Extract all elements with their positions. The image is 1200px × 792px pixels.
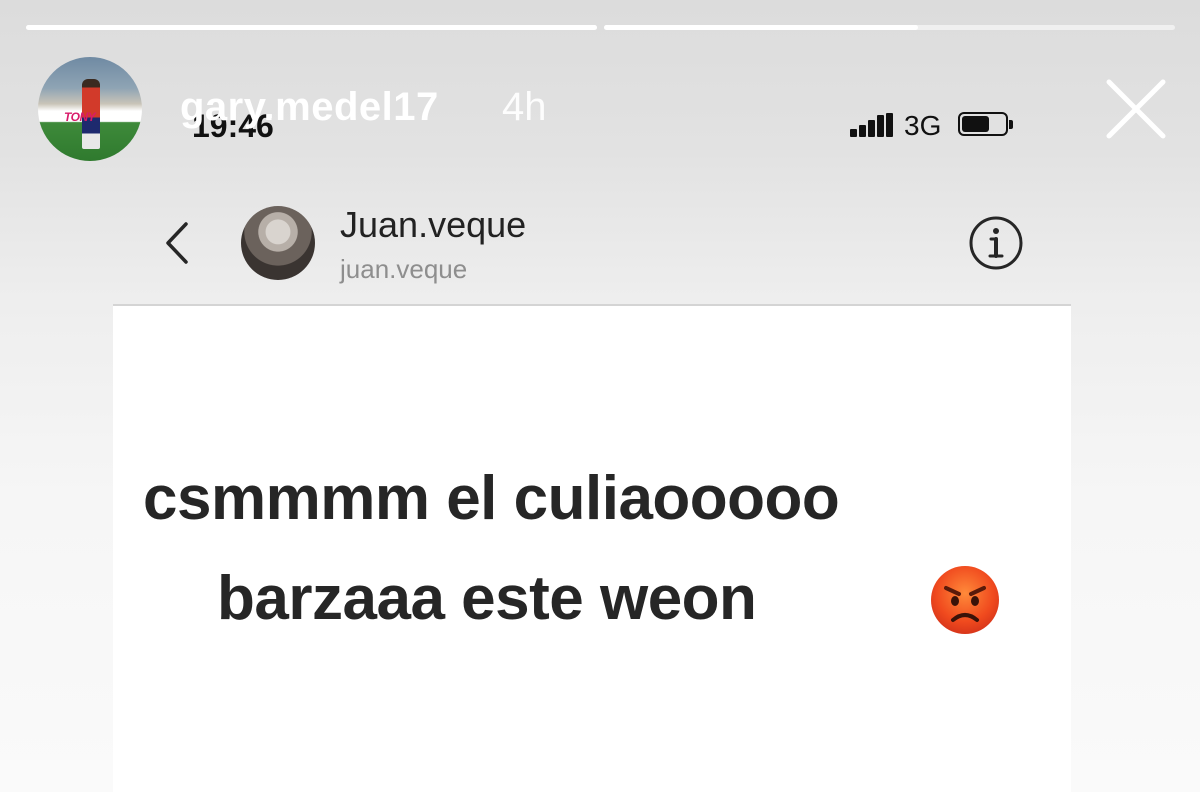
story-progress-2 [604,25,1175,30]
story-author-avatar[interactable]: TONY [38,57,142,161]
message-line-1: csmmmm el culiaooooo [143,464,840,533]
close-icon[interactable] [1105,78,1167,140]
story-progress-1-fill [26,25,597,30]
story-username[interactable]: gary.medel17 [180,85,439,130]
story-age: 4h [502,85,547,129]
battery-level [962,116,989,132]
network-type: 3G [904,110,942,141]
contact-avatar[interactable] [241,206,315,280]
info-icon[interactable] [968,215,1024,271]
story-progress-2-fill [604,25,919,30]
angry-face-emoji-icon [931,566,999,634]
story-progress-1 [26,25,597,30]
contact-handle: juan.veque [340,254,468,284]
avatar-banner-text: TONY [64,110,96,124]
signal-icon [850,113,894,137]
back-icon[interactable] [158,218,194,268]
battery-icon [958,112,1014,138]
contact-name[interactable]: Juan.veque [340,204,526,246]
message-line-2: barzaaa este weon [217,564,757,633]
message-card [113,306,1071,792]
